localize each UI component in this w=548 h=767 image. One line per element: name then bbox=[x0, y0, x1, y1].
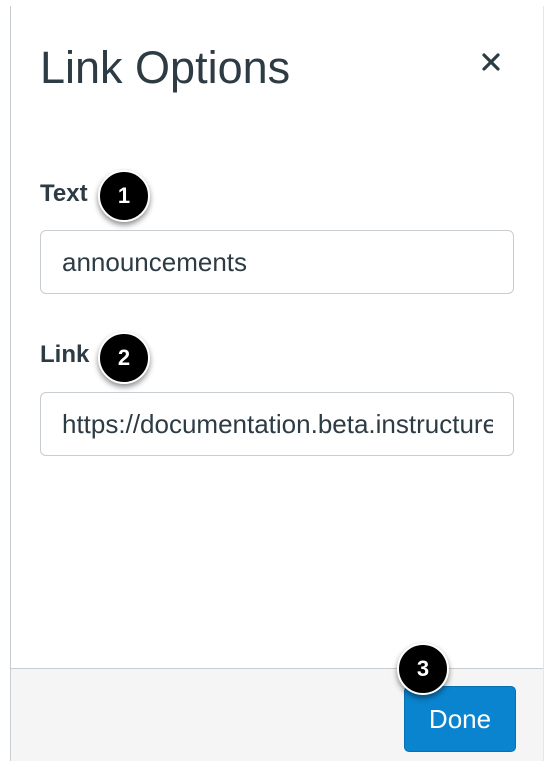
link-field-label: Link bbox=[40, 341, 90, 368]
text-field-label: Text bbox=[40, 180, 88, 207]
callout-badge-2: 2 bbox=[98, 332, 150, 384]
link-options-tray: Link Options Text Link Done bbox=[10, 6, 544, 761]
callout-badge-3: 3 bbox=[397, 643, 449, 695]
close-icon bbox=[482, 53, 500, 71]
callout-badge-1: 1 bbox=[98, 170, 150, 222]
link-input[interactable] bbox=[40, 392, 514, 456]
tray-title: Link Options bbox=[40, 42, 291, 93]
text-input[interactable] bbox=[40, 230, 514, 294]
done-button[interactable]: Done bbox=[404, 686, 516, 752]
close-button[interactable] bbox=[473, 44, 509, 80]
